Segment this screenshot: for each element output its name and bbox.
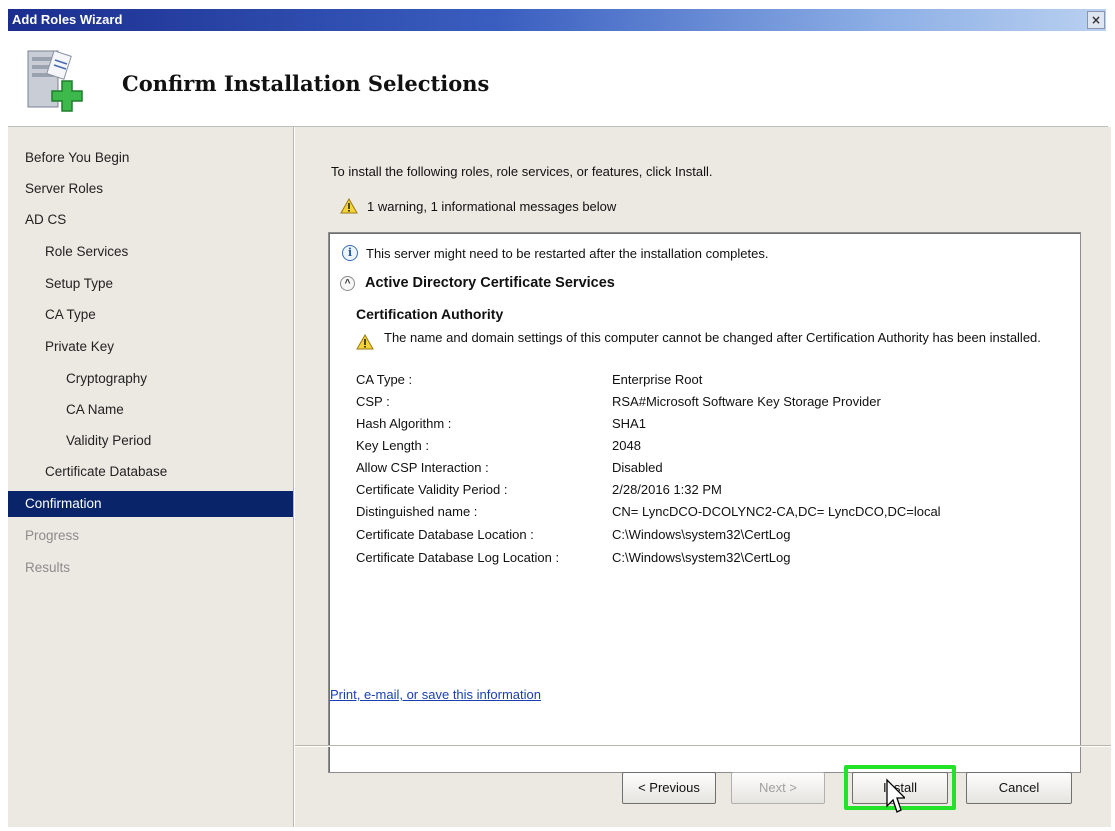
title-bar-strip: [8, 9, 1106, 31]
detail-value: 2048: [612, 438, 641, 453]
detail-row: Allow CSP Interaction : Disabled: [356, 457, 1076, 479]
detail-value: C:\Windows\system32\CertLog: [612, 550, 791, 565]
collapse-icon[interactable]: ^: [340, 275, 355, 291]
section-header: ^ Active Directory Certificate Services: [340, 275, 615, 291]
nav-item-confirmation[interactable]: Confirmation: [8, 491, 293, 517]
intro-text: To install the following roles, role ser…: [331, 164, 713, 179]
detail-value: SHA1: [612, 416, 646, 431]
nav-item-ca-name[interactable]: CA Name: [66, 397, 124, 423]
detail-key: Certificate Database Location :: [356, 527, 534, 542]
server-add-icon: [27, 50, 83, 112]
wizard-header: Confirm Installation Selections: [8, 31, 1108, 127]
nav-item-certificate-database[interactable]: Certificate Database: [45, 459, 167, 485]
nav-item-role-services[interactable]: Role Services: [45, 239, 128, 265]
warning-icon: [340, 198, 358, 214]
detail-value: Disabled: [612, 460, 663, 475]
info-icon: i: [342, 245, 358, 261]
detail-key: Hash Algorithm :: [356, 416, 452, 431]
subsection-title: Certification Authority: [356, 306, 504, 322]
nav-item-private-key[interactable]: Private Key: [45, 334, 114, 360]
section-title: Active Directory Certificate Services: [365, 275, 615, 291]
window-title: Add Roles Wizard: [12, 12, 123, 27]
nav-item-before-you-begin[interactable]: Before You Begin: [25, 145, 129, 171]
info-message: i This server might need to be restarted…: [342, 245, 768, 261]
nav-item-ad-cs[interactable]: AD CS: [25, 207, 66, 233]
nav-item-ca-type[interactable]: CA Type: [45, 302, 96, 328]
detail-value: Enterprise Root: [612, 372, 703, 387]
detail-key: CA Type :: [356, 372, 413, 387]
detail-key: Distinguished name :: [356, 504, 478, 519]
nav-item-cryptography[interactable]: Cryptography: [66, 366, 147, 392]
nav-item-results: Results: [25, 560, 71, 575]
print-save-link[interactable]: Print, e-mail, or save this information: [330, 687, 541, 702]
warning-icon: [356, 334, 374, 350]
mouse-pointer-icon: [886, 778, 905, 813]
nav-item-progress: Progress: [25, 528, 80, 543]
warning-summary: 1 warning, 1 informational messages belo…: [340, 198, 616, 214]
detail-key: Certificate Validity Period :: [356, 482, 508, 497]
detail-value: 2/28/2016 1:32 PM: [612, 482, 722, 497]
detail-row: Certificate Database Log Location : C:\W…: [356, 547, 1076, 569]
detail-value: RSA#Microsoft Software Key Storage Provi…: [612, 394, 881, 409]
wizard-nav: Before You Begin Server Roles AD CS Role…: [8, 127, 294, 827]
next-button: Next >: [731, 772, 825, 804]
detail-row: Certificate Validity Period : 2/28/2016 …: [356, 479, 1076, 501]
warning-summary-text: 1 warning, 1 informational messages belo…: [367, 198, 617, 214]
page-title: Confirm Installation Selections: [122, 71, 490, 96]
detail-key: CSP :: [356, 394, 390, 409]
detail-row: CA Type : Enterprise Root: [356, 369, 1076, 391]
detail-row: CSP : RSA#Microsoft Software Key Storage…: [356, 391, 1076, 413]
detail-row: Key Length : 2048: [356, 435, 1076, 457]
previous-button[interactable]: < Previous: [622, 772, 716, 804]
close-button[interactable]: ×: [1087, 11, 1105, 29]
detail-row: Certificate Database Location : C:\Windo…: [356, 524, 1076, 546]
detail-row: Distinguished name : CN= LyncDCO-DCOLYNC…: [356, 501, 1076, 523]
detail-key: Certificate Database Log Location :: [356, 550, 560, 565]
ca-warning: The name and domain settings of this com…: [356, 330, 1076, 350]
footer-divider: [295, 745, 1111, 747]
info-message-text: This server might need to be restarted a…: [366, 245, 769, 261]
detail-key: Key Length :: [356, 438, 429, 453]
content-pane: To install the following roles, role ser…: [295, 127, 1111, 827]
nav-item-server-roles[interactable]: Server Roles: [25, 176, 103, 202]
nav-item-setup-type[interactable]: Setup Type: [45, 271, 113, 297]
ca-warning-text: The name and domain settings of this com…: [384, 330, 1041, 345]
nav-item-validity-period[interactable]: Validity Period: [66, 428, 151, 454]
detail-row: Hash Algorithm : SHA1: [356, 413, 1076, 435]
detail-key: Allow CSP Interaction :: [356, 460, 489, 475]
detail-value: C:\Windows\system32\CertLog: [612, 527, 791, 542]
cancel-button[interactable]: Cancel: [966, 772, 1072, 804]
detail-value: CN= LyncDCO-DCOLYNC2-CA,DC= LyncDCO,DC=l…: [612, 504, 941, 519]
